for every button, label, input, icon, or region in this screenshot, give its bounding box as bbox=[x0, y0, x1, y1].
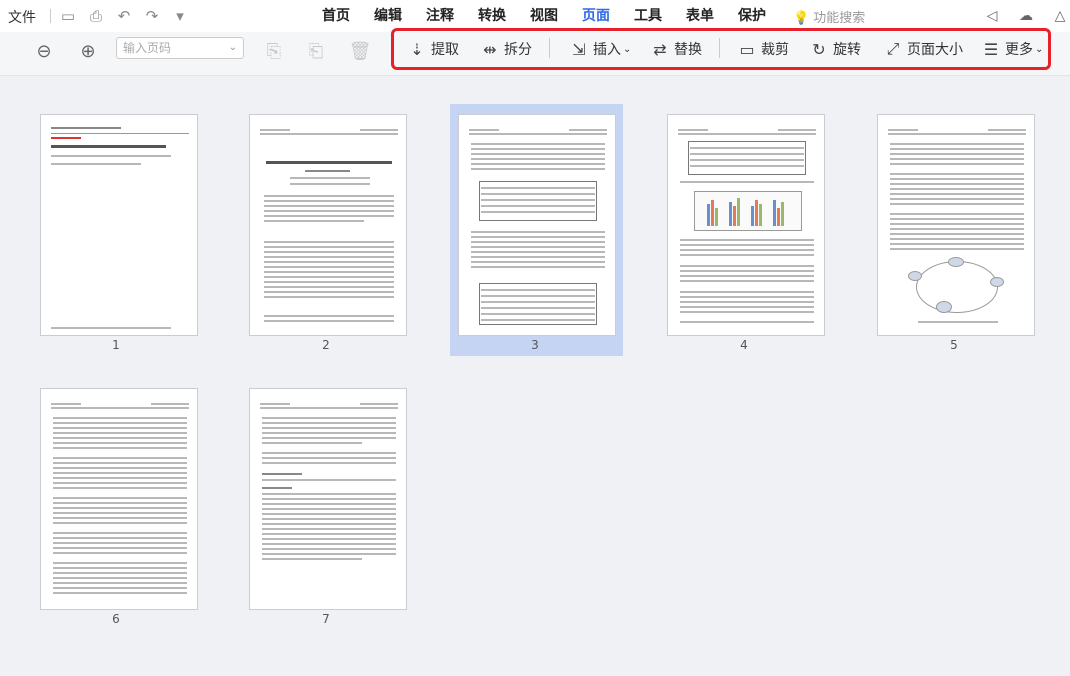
tab-page[interactable]: 页面 bbox=[570, 6, 622, 26]
tab-form[interactable]: 表单 bbox=[674, 6, 726, 26]
window-controls: ◁ ☁ △ bbox=[982, 6, 1070, 26]
page-thumbnail-3[interactable] bbox=[458, 114, 616, 336]
page-number-3: 3 bbox=[531, 338, 539, 352]
page-number-2: 2 bbox=[322, 338, 330, 352]
insert-icon: ⇲ bbox=[572, 39, 586, 59]
rotate-label: 旋转 bbox=[833, 42, 861, 58]
tab-home[interactable]: 首页 bbox=[310, 6, 362, 26]
delete-page-icon[interactable]: 🗑 bbox=[348, 40, 372, 64]
more-label: 更多 bbox=[1005, 42, 1033, 58]
page-number-1: 1 bbox=[112, 338, 120, 352]
collapse-icon[interactable]: △ bbox=[1050, 6, 1070, 26]
customize-dropdown-icon[interactable]: ▾ bbox=[170, 6, 190, 26]
page-number-6: 6 bbox=[112, 612, 120, 626]
page-thumbnail-4[interactable] bbox=[667, 114, 825, 336]
extract-button[interactable]: ⇣ 提取 bbox=[408, 38, 459, 60]
chevron-down-icon: ⌄ bbox=[228, 42, 237, 53]
page-number-placeholder: 输入页码 bbox=[123, 41, 172, 55]
insert-button[interactable]: ⇲ 插入 ⌄ bbox=[570, 38, 631, 60]
page-number-4: 4 bbox=[740, 338, 748, 352]
replace-button[interactable]: ⇄ 替换 bbox=[651, 38, 702, 60]
more-button[interactable]: ☰ 更多 ⌄ bbox=[982, 38, 1044, 60]
page-thumbnail-2[interactable] bbox=[249, 114, 407, 336]
tab-protect[interactable]: 保护 bbox=[726, 6, 778, 26]
feature-search[interactable]: 💡 功能搜索 bbox=[793, 7, 865, 26]
page-thumbnail-7[interactable] bbox=[249, 388, 407, 610]
page-thumbnail-5[interactable] bbox=[877, 114, 1035, 336]
page-thumbnail-1[interactable] bbox=[40, 114, 198, 336]
divider bbox=[719, 38, 720, 58]
crop-button[interactable]: ▭ 裁剪 bbox=[738, 38, 789, 60]
extract-label: 提取 bbox=[431, 42, 459, 58]
tab-convert[interactable]: 转换 bbox=[466, 6, 518, 26]
tab-tools[interactable]: 工具 bbox=[622, 6, 674, 26]
page-number-5: 5 bbox=[950, 338, 958, 352]
ribbon-tabs: 首页 编辑 注释 转换 视图 页面 工具 表单 保护 bbox=[310, 6, 778, 26]
redo-icon[interactable]: ↷ bbox=[142, 6, 162, 26]
chevron-down-icon: ⌄ bbox=[1035, 43, 1044, 55]
tab-annotate[interactable]: 注释 bbox=[414, 6, 466, 26]
zoom-in-icon[interactable]: ⊕ bbox=[76, 40, 100, 64]
chevron-down-icon: ⌄ bbox=[623, 43, 632, 55]
page-number-7: 7 bbox=[322, 612, 330, 626]
replace-label: 替换 bbox=[674, 42, 702, 58]
page-number-input[interactable]: 输入页码 ⌄ bbox=[116, 37, 244, 59]
replace-icon: ⇄ bbox=[653, 39, 667, 59]
page-size-button[interactable]: ⤢ 页面大小 bbox=[884, 38, 963, 60]
undo-icon[interactable]: ↶ bbox=[114, 6, 134, 26]
feature-search-label: 功能搜索 bbox=[813, 11, 866, 26]
share-icon[interactable]: ◁ bbox=[982, 6, 1002, 26]
page-size-label: 页面大小 bbox=[907, 42, 963, 58]
file-menu[interactable]: 文件 bbox=[8, 7, 36, 27]
print-icon[interactable]: ⎙ bbox=[86, 6, 106, 26]
split-label: 拆分 bbox=[504, 42, 532, 58]
rotate-icon: ↻ bbox=[812, 39, 826, 59]
page-size-icon: ⤢ bbox=[886, 39, 900, 58]
more-icon: ☰ bbox=[983, 39, 999, 59]
rotate-button[interactable]: ↻ 旋转 bbox=[810, 38, 861, 60]
split-button[interactable]: ⇹ 拆分 bbox=[481, 38, 532, 60]
page-right-icon[interactable]: ⎗ bbox=[304, 40, 328, 64]
extract-icon: ⇣ bbox=[410, 39, 424, 59]
zoom-out-icon[interactable]: ⊖ bbox=[32, 40, 56, 64]
tab-edit[interactable]: 编辑 bbox=[362, 6, 414, 26]
cloud-icon[interactable]: ☁ bbox=[1016, 6, 1036, 26]
page-left-icon[interactable]: ⎘ bbox=[262, 40, 286, 64]
crop-label: 裁剪 bbox=[761, 42, 789, 58]
crop-icon: ▭ bbox=[739, 39, 755, 59]
split-icon: ⇹ bbox=[483, 39, 497, 59]
divider bbox=[50, 9, 51, 23]
lightbulb-icon: 💡 bbox=[793, 11, 810, 26]
divider bbox=[549, 38, 550, 58]
page-thumbnail-6[interactable] bbox=[40, 388, 198, 610]
insert-label: 插入 bbox=[593, 42, 621, 58]
save-icon[interactable]: ▭ bbox=[58, 6, 78, 26]
tab-view[interactable]: 视图 bbox=[518, 6, 570, 26]
